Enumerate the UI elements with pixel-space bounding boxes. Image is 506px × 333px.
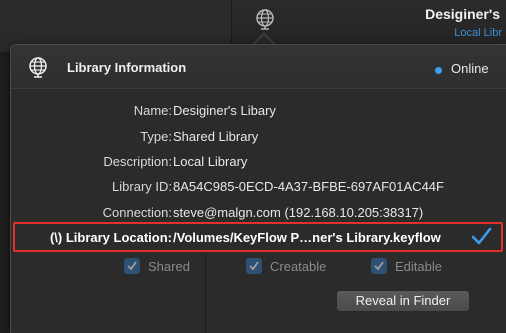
field-value: 8A54C985-0ECD-4A37-BFBE-697AF01AC44F	[173, 179, 444, 194]
checkbox-label: Creatable	[270, 259, 327, 274]
field-value: steve@malgn.com (192.168.10.205:38317)	[173, 205, 424, 220]
field-value: Local Library	[173, 154, 248, 169]
background-window-subtitle: Local Libr	[454, 27, 502, 39]
checkmark-icon	[471, 227, 492, 245]
background-window-title: Desiginer's	[425, 6, 500, 22]
field-label: Description:	[103, 154, 172, 169]
globe-icon	[29, 57, 47, 78]
popover-header: Library Information Online	[11, 45, 506, 89]
info-row-type: Type: Shared Library	[11, 129, 506, 149]
globe-icon[interactable]	[254, 8, 276, 30]
info-row-name: Name: Desiginer's Libary	[11, 103, 506, 123]
column-divider	[205, 253, 206, 333]
field-label: Name:	[133, 103, 172, 118]
location-highlight-box	[13, 222, 503, 252]
field-label: Type:	[140, 129, 172, 144]
field-value: Shared Library	[173, 129, 259, 144]
checkbox-box[interactable]	[246, 258, 262, 274]
reveal-in-finder-button[interactable]: Reveal in Finder	[336, 290, 470, 312]
info-row-description: Description: Local Library	[11, 154, 506, 174]
checkbox-label: Shared	[148, 259, 190, 274]
field-label: Connection:	[102, 205, 172, 220]
info-row-library-id: Library ID: 8A54C985-0ECD-4A37-BFBE-697A…	[11, 179, 506, 199]
online-status-label: Online	[451, 61, 489, 76]
online-status-dot	[435, 67, 442, 74]
checkbox-box[interactable]	[371, 258, 387, 274]
checkbox-box[interactable]	[124, 258, 140, 274]
popover-title: Library Information	[67, 60, 187, 75]
field-label: Library ID:	[112, 179, 172, 194]
checkbox-label: Editable	[395, 259, 442, 274]
field-value: Desiginer's Libary	[173, 103, 276, 118]
